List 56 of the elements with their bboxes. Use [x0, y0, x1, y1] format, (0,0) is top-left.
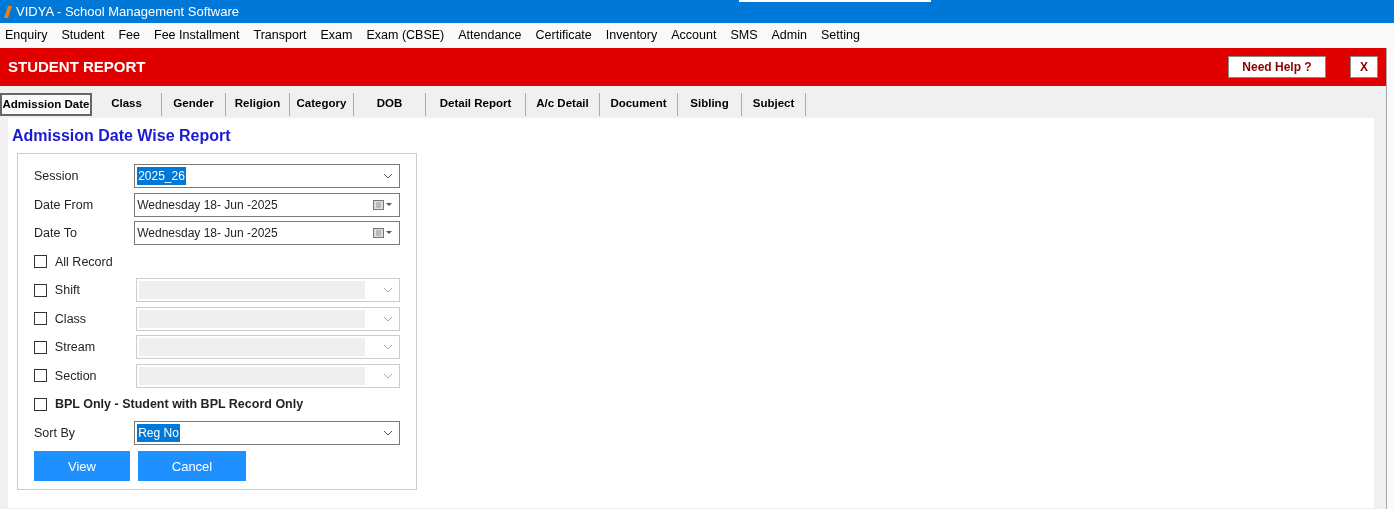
menu-item[interactable]: Setting [815, 26, 869, 45]
menu-item[interactable]: Exam [315, 26, 362, 45]
dropdown-caret-icon [383, 372, 393, 379]
field-label: Section [54, 367, 98, 385]
menu-item[interactable]: Transport [248, 26, 316, 45]
tab[interactable]: Detail Report [426, 92, 526, 116]
menu-item[interactable]: Student [56, 26, 114, 45]
help-button[interactable]: Need Help ? [1228, 56, 1326, 78]
field-label: Class [54, 310, 88, 328]
dropdown-field[interactable]: 2025_26 [134, 164, 400, 189]
tab[interactable]: Subject [742, 92, 806, 116]
menu-item[interactable]: Fee Installment [149, 26, 249, 45]
tab[interactable]: Sibling [678, 92, 742, 116]
tab[interactable]: Class [92, 92, 162, 116]
field-label: Shift [54, 282, 81, 300]
calendar-icon [373, 228, 393, 239]
tab[interactable]: Admission Date [0, 92, 92, 116]
tab[interactable]: Gender [162, 92, 226, 116]
menu-item[interactable]: Enquiry [0, 26, 57, 45]
tab[interactable]: DOB [354, 92, 426, 116]
dropdown-caret-icon [383, 173, 393, 180]
field-label: Session [34, 168, 80, 186]
date-field[interactable]: Wednesday 18- Jun -2025 [134, 221, 400, 246]
tab[interactable]: Document [600, 92, 678, 116]
field-label: Date To [34, 225, 78, 243]
menu-item[interactable]: Account [666, 26, 726, 45]
close-button[interactable]: X [1350, 56, 1378, 78]
tab[interactable]: Religion [226, 92, 290, 116]
menu-item[interactable]: Inventory [600, 26, 667, 45]
calendar-icon [373, 199, 393, 210]
app-logo-icon [4, 5, 12, 18]
menu-item[interactable]: Attendance [453, 26, 531, 45]
menu-item[interactable]: SMS [725, 26, 767, 45]
checkbox[interactable] [34, 255, 47, 269]
dropdown-caret-icon [383, 429, 393, 436]
window-title: VIDYA - School Management Software [16, 2, 240, 21]
dropdown-caret-icon [383, 287, 393, 294]
menu-item[interactable]: Admin [766, 26, 816, 45]
menu-item[interactable]: Certificate [530, 26, 601, 45]
dropdown-caret-icon [383, 315, 393, 322]
tab[interactable]: Category [290, 92, 354, 116]
menu-item[interactable]: Fee [113, 26, 150, 45]
menu-item[interactable]: Exam (CBSE) [361, 26, 454, 45]
checkbox-label: BPL Only - Student with BPL Record Only [55, 396, 304, 414]
page-title: STUDENT REPORT [8, 56, 146, 77]
field-label: Sort By [34, 424, 76, 442]
checkbox-label: All Record [55, 253, 113, 271]
dropdown-field[interactable]: Reg No [134, 420, 400, 445]
scrollbar[interactable] [1386, 48, 1394, 509]
tab[interactable]: A/c Detail [526, 92, 600, 116]
checkbox[interactable] [34, 397, 47, 411]
dropdown-caret-icon [383, 344, 393, 351]
date-field[interactable]: Wednesday 18- Jun -2025 [134, 192, 400, 217]
field-label: Date From [34, 196, 95, 214]
report-title: Admission Date Wise Report [12, 126, 232, 146]
field-label: Stream [54, 339, 97, 357]
